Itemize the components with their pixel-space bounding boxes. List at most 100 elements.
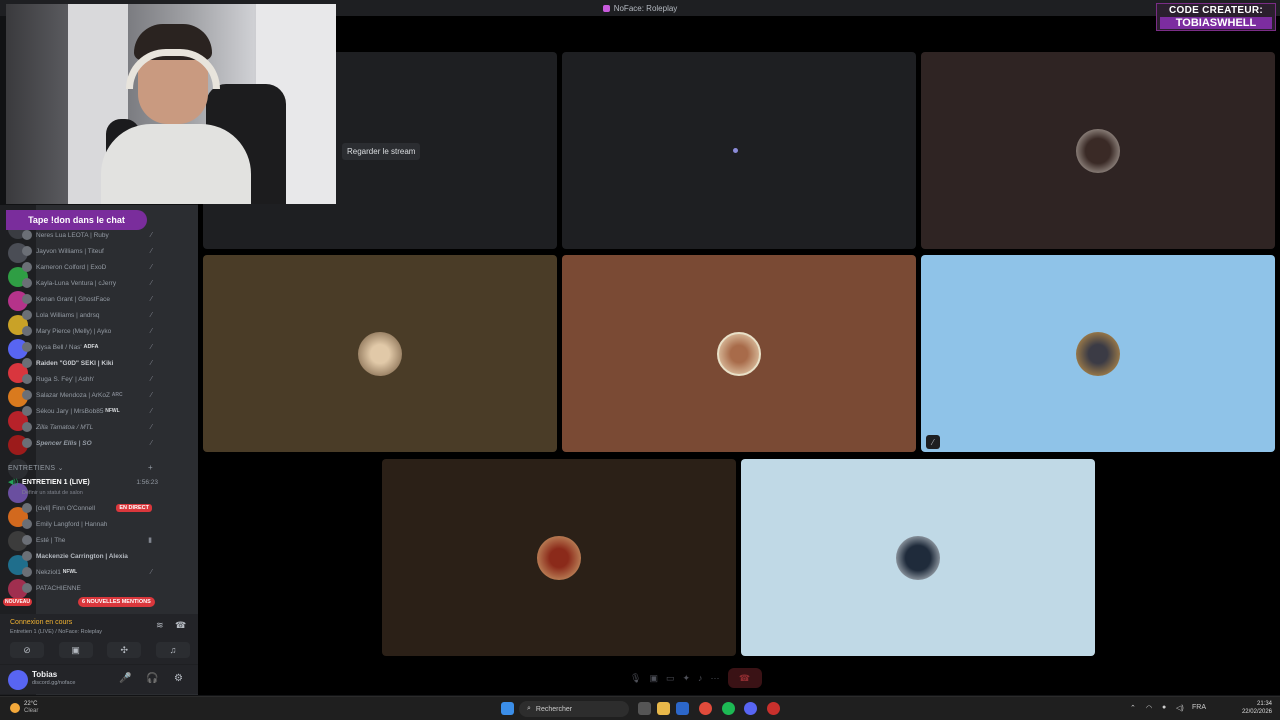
weather-widget[interactable]: 22°C Clear [10, 701, 38, 715]
channel-status-hint[interactable]: Définir un statut de salon [22, 490, 83, 496]
member-name: Raiden "G0D" SEKI | Kiki [36, 359, 114, 367]
mic-off-icon: ⁄ [150, 279, 152, 287]
watch-stream-button[interactable]: Regarder le stream [342, 143, 421, 160]
app-icon[interactable] [767, 702, 780, 715]
video-tile-loading[interactable] [562, 52, 916, 249]
mic-off-icon: ⁄ [150, 311, 152, 319]
connection-detail[interactable]: Entretien 1 (LIVE) / NoFace: Roleplay [10, 629, 102, 635]
member-row[interactable]: Salazar Mendoza | ArKoZ ARC ⁄ [22, 388, 152, 402]
avatar[interactable] [8, 670, 28, 690]
mic-off-icon: ⁄ [150, 247, 152, 255]
file-explorer-icon[interactable] [657, 702, 670, 715]
member-row[interactable]: Kameron Colford | ExoD ⁄ [22, 260, 152, 274]
voice-member-row[interactable]: Mackenzie Carrington | Alexia [22, 549, 152, 563]
voice-member-row[interactable]: Nekziol1 NFWL ⁄ [22, 565, 152, 579]
more-icon[interactable]: ⋯ [711, 673, 720, 684]
avatar [22, 535, 32, 545]
voice-channel[interactable]: ◀)) ENTRETIEN 1 (LIVE) 1:56:23 [8, 478, 158, 487]
mic-off-icon: ⁄ [150, 423, 152, 431]
mic-off-icon: ⁄ [150, 391, 152, 399]
member-name: PATACHIENNE [36, 584, 81, 592]
member-name: Salazar Mendoza | ArKoZ [36, 391, 110, 399]
user-name[interactable]: Tobias [32, 670, 57, 679]
member-row[interactable]: Mary Pierce (Melly) | Ayko ⁄ [22, 324, 152, 338]
voice-member-row[interactable]: Emily Langford | Hannah [22, 517, 152, 531]
member-row[interactable]: Ruga S. Fey' | Ashh' ⁄ [22, 372, 152, 386]
member-row[interactable]: Zilla Tamatoa / MTL ⁄ [22, 420, 152, 434]
new-mentions-pill[interactable]: 6 NOUVELLES MENTIONS [78, 597, 155, 607]
member-name: Nysa Bell / Nas' [36, 343, 82, 351]
voice-member-row[interactable]: PATACHIENNE [22, 581, 152, 595]
noise-suppression-icon[interactable]: ≋ [156, 620, 164, 631]
disconnect-icon[interactable]: ☎ [175, 620, 186, 631]
hang-up-button[interactable]: ☎ [727, 668, 762, 688]
member-row[interactable]: Spencer Ellis | SO ⁄ [22, 436, 152, 450]
chevron-up-icon[interactable]: ⌃ [1130, 704, 1136, 712]
soundboard-icon[interactable]: ♪ [698, 673, 703, 683]
taskbar-search[interactable]: ⌕ Rechercher [519, 701, 629, 717]
task-view-icon[interactable] [638, 702, 651, 715]
soundboard-button[interactable]: ♫ [155, 642, 190, 658]
voice-member-row[interactable]: [civil] Finn O'Connell EN DIRECT [22, 501, 152, 515]
mic-off-icon: ⁄ [150, 231, 152, 239]
avatar [22, 342, 32, 352]
hang-up-icon: ☎ [738, 672, 751, 683]
member-row[interactable]: Raiden "G0D" SEKI | Kiki ⁄ [22, 356, 152, 370]
app-logo-icon [602, 4, 610, 12]
video-tile-participant[interactable] [921, 255, 1275, 452]
avatar [22, 422, 32, 432]
avatar [22, 390, 32, 400]
video-tile-participant-speaking[interactable] [562, 255, 916, 452]
member-tag: NFWL [62, 569, 78, 575]
new-badge[interactable]: NOUVEAU [3, 598, 33, 606]
video-tile-participant[interactable] [203, 255, 557, 452]
member-row[interactable]: Nysa Bell / Nas' ADFA ⁄ [22, 340, 152, 354]
screen-share-icon[interactable]: ▭ [666, 673, 675, 684]
mic-off-icon: ⁄ [150, 343, 152, 351]
avatar [22, 503, 32, 513]
windows-icon[interactable] [501, 702, 514, 715]
wifi-icon[interactable]: ◠ [1146, 704, 1152, 712]
member-name: [civil] Finn O'Connell [36, 504, 96, 512]
member-row[interactable]: Jayvon Williams | Titeuf ⁄ [22, 244, 152, 258]
spotify-icon[interactable] [722, 702, 735, 715]
camera-icon: ▮ [148, 537, 152, 544]
screen-share-button[interactable]: ▣ [58, 642, 93, 658]
member-name: Mackenzie Carrington | Alexia [36, 552, 128, 560]
avatar [22, 374, 32, 384]
member-tag: ARC [111, 392, 123, 398]
discord-icon[interactable] [744, 702, 757, 715]
member-row[interactable]: Lola Williams | andrsq ⁄ [22, 308, 152, 322]
mic-icon[interactable]: ● [1162, 704, 1166, 711]
store-icon[interactable] [676, 702, 689, 715]
activities-icon[interactable]: ✦ [682, 673, 690, 684]
volume-icon[interactable]: ◁) [1176, 704, 1184, 712]
member-row[interactable]: Neres Lua LEOTA | Ruby ⁄ [22, 228, 152, 242]
camera-icon[interactable]: ▣ [649, 673, 658, 684]
video-tile-participant[interactable] [741, 459, 1095, 656]
mic-icon[interactable]: 🎙 [630, 673, 641, 684]
headphones-icon[interactable]: 🎧 [146, 673, 158, 684]
activities-button[interactable]: ✣ [107, 642, 142, 658]
member-row[interactable]: Kenan Grant | GhostFace ⁄ [22, 292, 152, 306]
mic-icon[interactable]: 🎤 [119, 673, 131, 684]
add-channel-icon[interactable]: + [148, 463, 153, 472]
gear-icon[interactable]: ⚙ [174, 673, 183, 684]
mic-off-icon: ⁄ [150, 568, 152, 576]
member-name: Jayvon Williams | Titeuf [36, 247, 104, 255]
video-tile-participant[interactable] [382, 459, 736, 656]
donation-prompt-banner: Tape !don dans le chat [6, 210, 147, 230]
screen-share-icon: ▣ [71, 644, 80, 655]
video-tile-participant[interactable] [921, 52, 1275, 249]
chrome-icon[interactable] [699, 702, 712, 715]
camera-button[interactable]: ⊘ [10, 642, 44, 658]
member-name: Zilla Tamatoa / MTL [36, 423, 94, 431]
clock[interactable]: 21:34 22/02/2026 [1242, 700, 1272, 716]
language-indicator[interactable]: FRA [1192, 704, 1206, 711]
category-header[interactable]: ENTRETIENS ⌄ [8, 464, 64, 472]
member-row[interactable]: Kayla-Luna Ventura | cJerry ⁄ [22, 276, 152, 290]
avatar [22, 551, 32, 561]
member-row[interactable]: Sékou Jary | MrsBob85 NFWL ⁄ [22, 404, 152, 418]
chevron-down-icon: ⌄ [57, 465, 64, 472]
voice-member-row[interactable]: Esté | The ▮ [22, 533, 152, 547]
